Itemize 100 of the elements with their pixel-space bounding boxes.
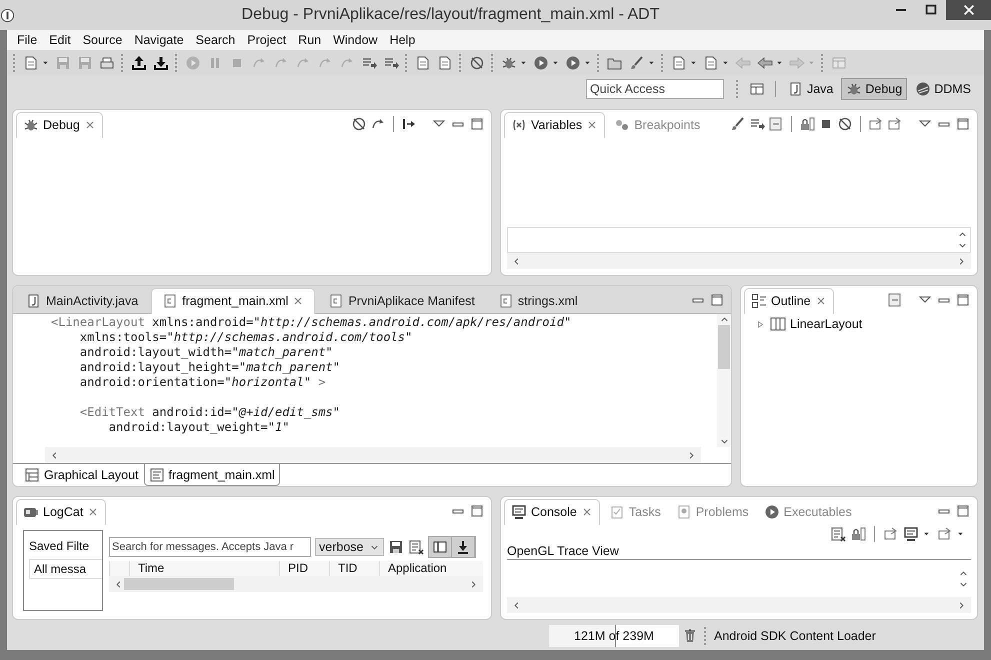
view-tab[interactable]: Outline: [744, 288, 834, 314]
horizontal-scrollbar[interactable]: [507, 597, 971, 613]
view-tab[interactable]: Variables: [504, 112, 606, 138]
editor-mode-tab[interactable]: fragment_main.xml: [144, 464, 280, 486]
close-button[interactable]: [946, 0, 991, 20]
trash-icon[interactable]: [682, 628, 698, 644]
perspective-button[interactable]: DDMS: [910, 78, 976, 100]
editor-tab[interactable]: PrvniAplikace Manifest: [318, 288, 485, 313]
play-icon: [764, 504, 780, 520]
bug-icon: [23, 117, 39, 133]
maximize-icon[interactable]: [955, 502, 971, 518]
printer-icon: [99, 54, 115, 70]
close-icon[interactable]: [580, 506, 593, 518]
globe-icon: [915, 81, 932, 97]
menu-item[interactable]: Source: [76, 33, 128, 47]
console-label: OpenGL Trace View: [507, 544, 971, 560]
pane-title: Saved Filte: [29, 539, 90, 553]
view-tab[interactable]: Breakpoints: [608, 112, 706, 137]
editor-tab[interactable]: fragment_main.xml: [151, 288, 316, 314]
collapse-icon[interactable]: [887, 292, 903, 308]
menu-item[interactable]: Window: [327, 33, 384, 47]
horizontal-scrollbar[interactable]: [109, 576, 483, 592]
log-level-dropdown[interactable]: verbose: [315, 538, 384, 556]
editor-tab[interactable]: strings.xml: [488, 288, 588, 313]
monitor-icon: [511, 504, 527, 520]
close-icon[interactable]: [87, 506, 100, 518]
arrow-right-icon: [789, 54, 805, 70]
save-icon: [77, 54, 93, 70]
page-icon: [23, 54, 39, 70]
search-field[interactable]: Search for messages. Accepts Java r: [109, 537, 311, 557]
editor-tab[interactable]: MainActivity.java: [16, 288, 148, 313]
view-tab[interactable]: Debug: [16, 112, 103, 138]
maximize-icon[interactable]: [469, 116, 485, 132]
menu-item[interactable]: Edit: [43, 33, 77, 47]
maximize-icon: [924, 3, 938, 17]
vertical-scrollbar[interactable]: [717, 314, 731, 447]
clear-log-icon[interactable]: [830, 526, 846, 542]
lock-icon[interactable]: [799, 116, 815, 132]
view-tab[interactable]: Executables: [758, 499, 858, 524]
horizontal-scrollbar[interactable]: [45, 447, 701, 463]
play-icon: [185, 54, 201, 70]
code-line: <EditText android:id="@+id/edit_sms": [78, 405, 340, 419]
view-tab[interactable]: LogCat: [16, 498, 106, 524]
horizontal-scrollbar[interactable]: [507, 253, 971, 269]
close-icon[interactable]: [814, 295, 827, 307]
menu-item[interactable]: Run: [292, 33, 328, 47]
page-icon: [437, 54, 453, 70]
code-line: xmlns:tools="http://schemas.android.com/tools": [78, 330, 412, 344]
close-icon[interactable]: [84, 119, 96, 131]
save-icon[interactable]: [388, 539, 404, 555]
menu-item[interactable]: Navigate: [128, 33, 190, 47]
menu-item[interactable]: Help: [384, 33, 422, 47]
close-icon: [962, 3, 976, 17]
heap-status: 121M of 239M: [574, 629, 654, 643]
file-icon: [162, 293, 178, 309]
maximize-icon[interactable]: [955, 292, 971, 308]
view-tab[interactable]: Tasks: [602, 499, 667, 524]
monitor-icon[interactable]: [903, 526, 919, 542]
code-line: android:orientation="horizontal" >: [78, 375, 326, 389]
heap-meter[interactable]: 121M of 239M: [549, 625, 679, 647]
maximize-icon[interactable]: [469, 502, 485, 518]
maximize-icon[interactable]: [955, 116, 971, 132]
tree-item[interactable]: LinearLayout: [790, 317, 862, 331]
quick-access-field[interactable]: Quick Access: [586, 79, 724, 99]
brush-icon[interactable]: [730, 116, 746, 132]
clear-log-icon[interactable]: [408, 539, 424, 555]
split-view-icon: [432, 539, 448, 555]
code-line: android:layout_weight="1": [108, 420, 290, 434]
play-icon: [533, 54, 549, 70]
problems-icon: [676, 504, 692, 520]
view-tab[interactable]: Console: [504, 498, 600, 524]
upload-icon: [131, 54, 147, 70]
crossed-circle-icon: [469, 54, 485, 70]
maximize-icon[interactable]: [709, 292, 725, 308]
view-tab[interactable]: Problems: [670, 499, 755, 524]
filter-item[interactable]: All messa: [29, 559, 102, 579]
perspective-button[interactable]: Java: [782, 78, 838, 100]
window-icon: [831, 54, 847, 70]
crossed-circle-icon[interactable]: [351, 116, 367, 132]
download-icon: [153, 54, 169, 70]
file-icon: [498, 292, 514, 308]
crossed-circle-icon[interactable]: [837, 116, 853, 132]
window-icon: [748, 81, 765, 97]
close-icon[interactable]: [586, 119, 598, 131]
play-icon: [565, 54, 581, 70]
minimize-icon: [896, 9, 906, 11]
code-line: android:layout_height="match_parent": [78, 360, 340, 374]
editor-mode-tab[interactable]: Graphical Layout: [19, 464, 144, 486]
expand-arrow-icon[interactable]: [755, 318, 766, 330]
code-line: <LinearLayout xmlns:android="http://schemas.android.com/apk/res/android": [51, 315, 572, 329]
collapse-icon[interactable]: [768, 116, 784, 132]
close-icon[interactable]: [292, 295, 304, 307]
menu-item[interactable]: Search: [190, 33, 242, 47]
menu-item[interactable]: File: [11, 33, 44, 47]
menu-item[interactable]: Project: [241, 33, 292, 47]
save-icon: [55, 54, 71, 70]
variable-icon: [511, 117, 527, 133]
lock-icon[interactable]: [850, 526, 866, 542]
perspective-button[interactable]: Debug: [841, 78, 908, 100]
text-file-icon: [148, 466, 165, 482]
